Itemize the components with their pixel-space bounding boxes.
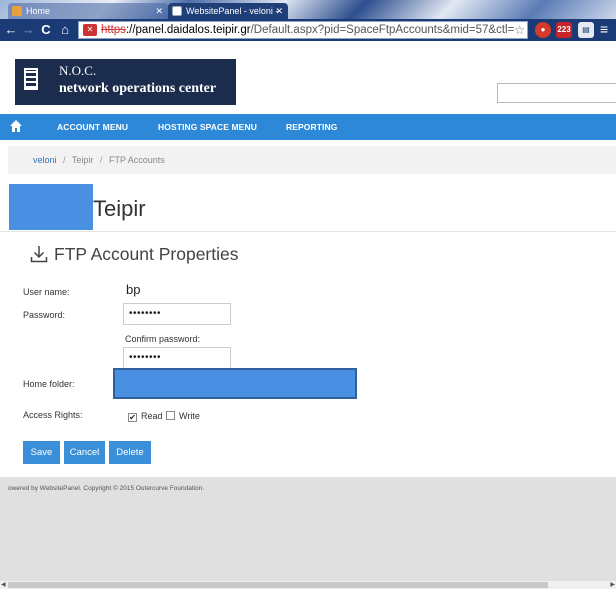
- browser-home-icon[interactable]: ⌂: [57, 21, 73, 39]
- save-button[interactable]: Save: [23, 441, 60, 464]
- logo-line-2: network operations center: [59, 81, 217, 96]
- horizontal-scrollbar[interactable]: ◀ ▶: [0, 581, 616, 589]
- password-label: Password:: [23, 310, 66, 320]
- download-icon: [30, 246, 48, 263]
- browser-tabstrip: Home ✕ WebsitePanel - veloni - Te ✕: [0, 0, 616, 19]
- url-path: /Default.aspx?pid=SpaceFtpAccounts&mid=5…: [250, 24, 521, 36]
- main-navigation: ACCOUNT MENU HOSTING SPACE MENU REPORTIN…: [0, 114, 616, 140]
- extension-shield-icon[interactable]: ●: [535, 22, 551, 38]
- scroll-left-icon[interactable]: ◀: [1, 581, 6, 589]
- breadcrumb-separator: /: [99, 155, 103, 165]
- bookmark-star-icon[interactable]: ☆: [514, 22, 525, 38]
- read-label: Read: [141, 411, 163, 421]
- footer-copyright: owered by WebsitePanel. Copyright © 2015…: [8, 485, 205, 492]
- username-label: User name:: [23, 287, 70, 297]
- back-arrow-icon[interactable]: ←: [3, 21, 19, 39]
- browser-tab-websitepanel[interactable]: WebsitePanel - veloni - Te ✕: [168, 3, 288, 19]
- home-folder-label: Home folder:: [23, 379, 75, 389]
- access-rights-label: Access Rights:: [23, 410, 83, 420]
- breadcrumb-separator: /: [63, 155, 66, 165]
- reload-icon[interactable]: C: [38, 21, 54, 39]
- browser-toolbar: ← → C ⌂ ✕ https://panel.daidalos.teipir.…: [0, 19, 616, 41]
- password-field[interactable]: ••••••••: [123, 303, 231, 325]
- breadcrumb-item[interactable]: Teipir: [72, 155, 94, 165]
- page-footer: owered by WebsitePanel. Copyright © 2015…: [0, 477, 616, 581]
- breadcrumb-link-veloni[interactable]: veloni: [33, 155, 57, 165]
- site-search-input[interactable]: [497, 83, 616, 103]
- read-checkbox[interactable]: ✔ Read: [128, 410, 163, 422]
- confirm-password-field[interactable]: ••••••••: [123, 347, 231, 369]
- address-bar[interactable]: ✕ https://panel.daidalos.teipir.gr/Defau…: [78, 21, 528, 39]
- noc-logo[interactable]: N.O.C. network operations center: [15, 59, 236, 105]
- space-header: Teipir: [0, 174, 616, 232]
- extension-page-icon[interactable]: ▤: [578, 22, 594, 38]
- section-title-text: FTP Account Properties: [54, 244, 239, 264]
- cancel-button[interactable]: Cancel: [64, 441, 105, 464]
- nav-reporting[interactable]: REPORTING: [286, 114, 337, 140]
- url-scheme: https: [101, 24, 126, 36]
- logo-line-1: N.O.C.: [59, 63, 97, 78]
- home-favicon-icon: [12, 6, 22, 16]
- home-icon[interactable]: [9, 119, 23, 133]
- confirm-password-label: Confirm password:: [125, 334, 201, 344]
- tab-title: WebsitePanel - veloni - Te: [186, 6, 279, 16]
- scrollbar-thumb[interactable]: [8, 582, 548, 588]
- building-icon: [24, 68, 38, 90]
- write-label: Write: [179, 411, 200, 421]
- delete-button[interactable]: Delete: [109, 441, 151, 464]
- nav-hosting-space-menu[interactable]: HOSTING SPACE MENU: [158, 114, 257, 140]
- extension-badge-icon[interactable]: 223: [556, 22, 572, 38]
- section-title: FTP Account Properties: [30, 244, 239, 265]
- space-title: Teipir: [93, 196, 146, 221]
- close-tab-icon[interactable]: ✕: [275, 3, 283, 19]
- redacted-space-icon: [9, 184, 93, 230]
- checkbox-checked-icon[interactable]: ✔: [128, 413, 137, 422]
- insecure-lock-icon: ✕: [83, 24, 97, 36]
- scroll-right-icon[interactable]: ▶: [610, 581, 615, 589]
- page-favicon-icon: [172, 6, 182, 16]
- home-folder-field[interactable]: [113, 368, 357, 399]
- breadcrumb-item: FTP Accounts: [108, 155, 165, 165]
- checkbox-unchecked-icon[interactable]: [166, 411, 175, 420]
- browser-tab-home[interactable]: Home ✕: [8, 3, 168, 19]
- username-value: bp: [126, 282, 141, 297]
- breadcrumb: veloni / Teipir / FTP Accounts: [8, 146, 616, 174]
- nav-account-menu[interactable]: ACCOUNT MENU: [57, 114, 128, 140]
- url-host: ://panel.daidalos.teipir.gr: [125, 24, 251, 36]
- tab-title: Home: [26, 6, 51, 16]
- browser-menu-icon[interactable]: ≡: [600, 21, 608, 37]
- write-checkbox[interactable]: Write: [166, 410, 200, 422]
- close-tab-icon[interactable]: ✕: [155, 3, 163, 19]
- forward-arrow-icon[interactable]: →: [20, 21, 36, 39]
